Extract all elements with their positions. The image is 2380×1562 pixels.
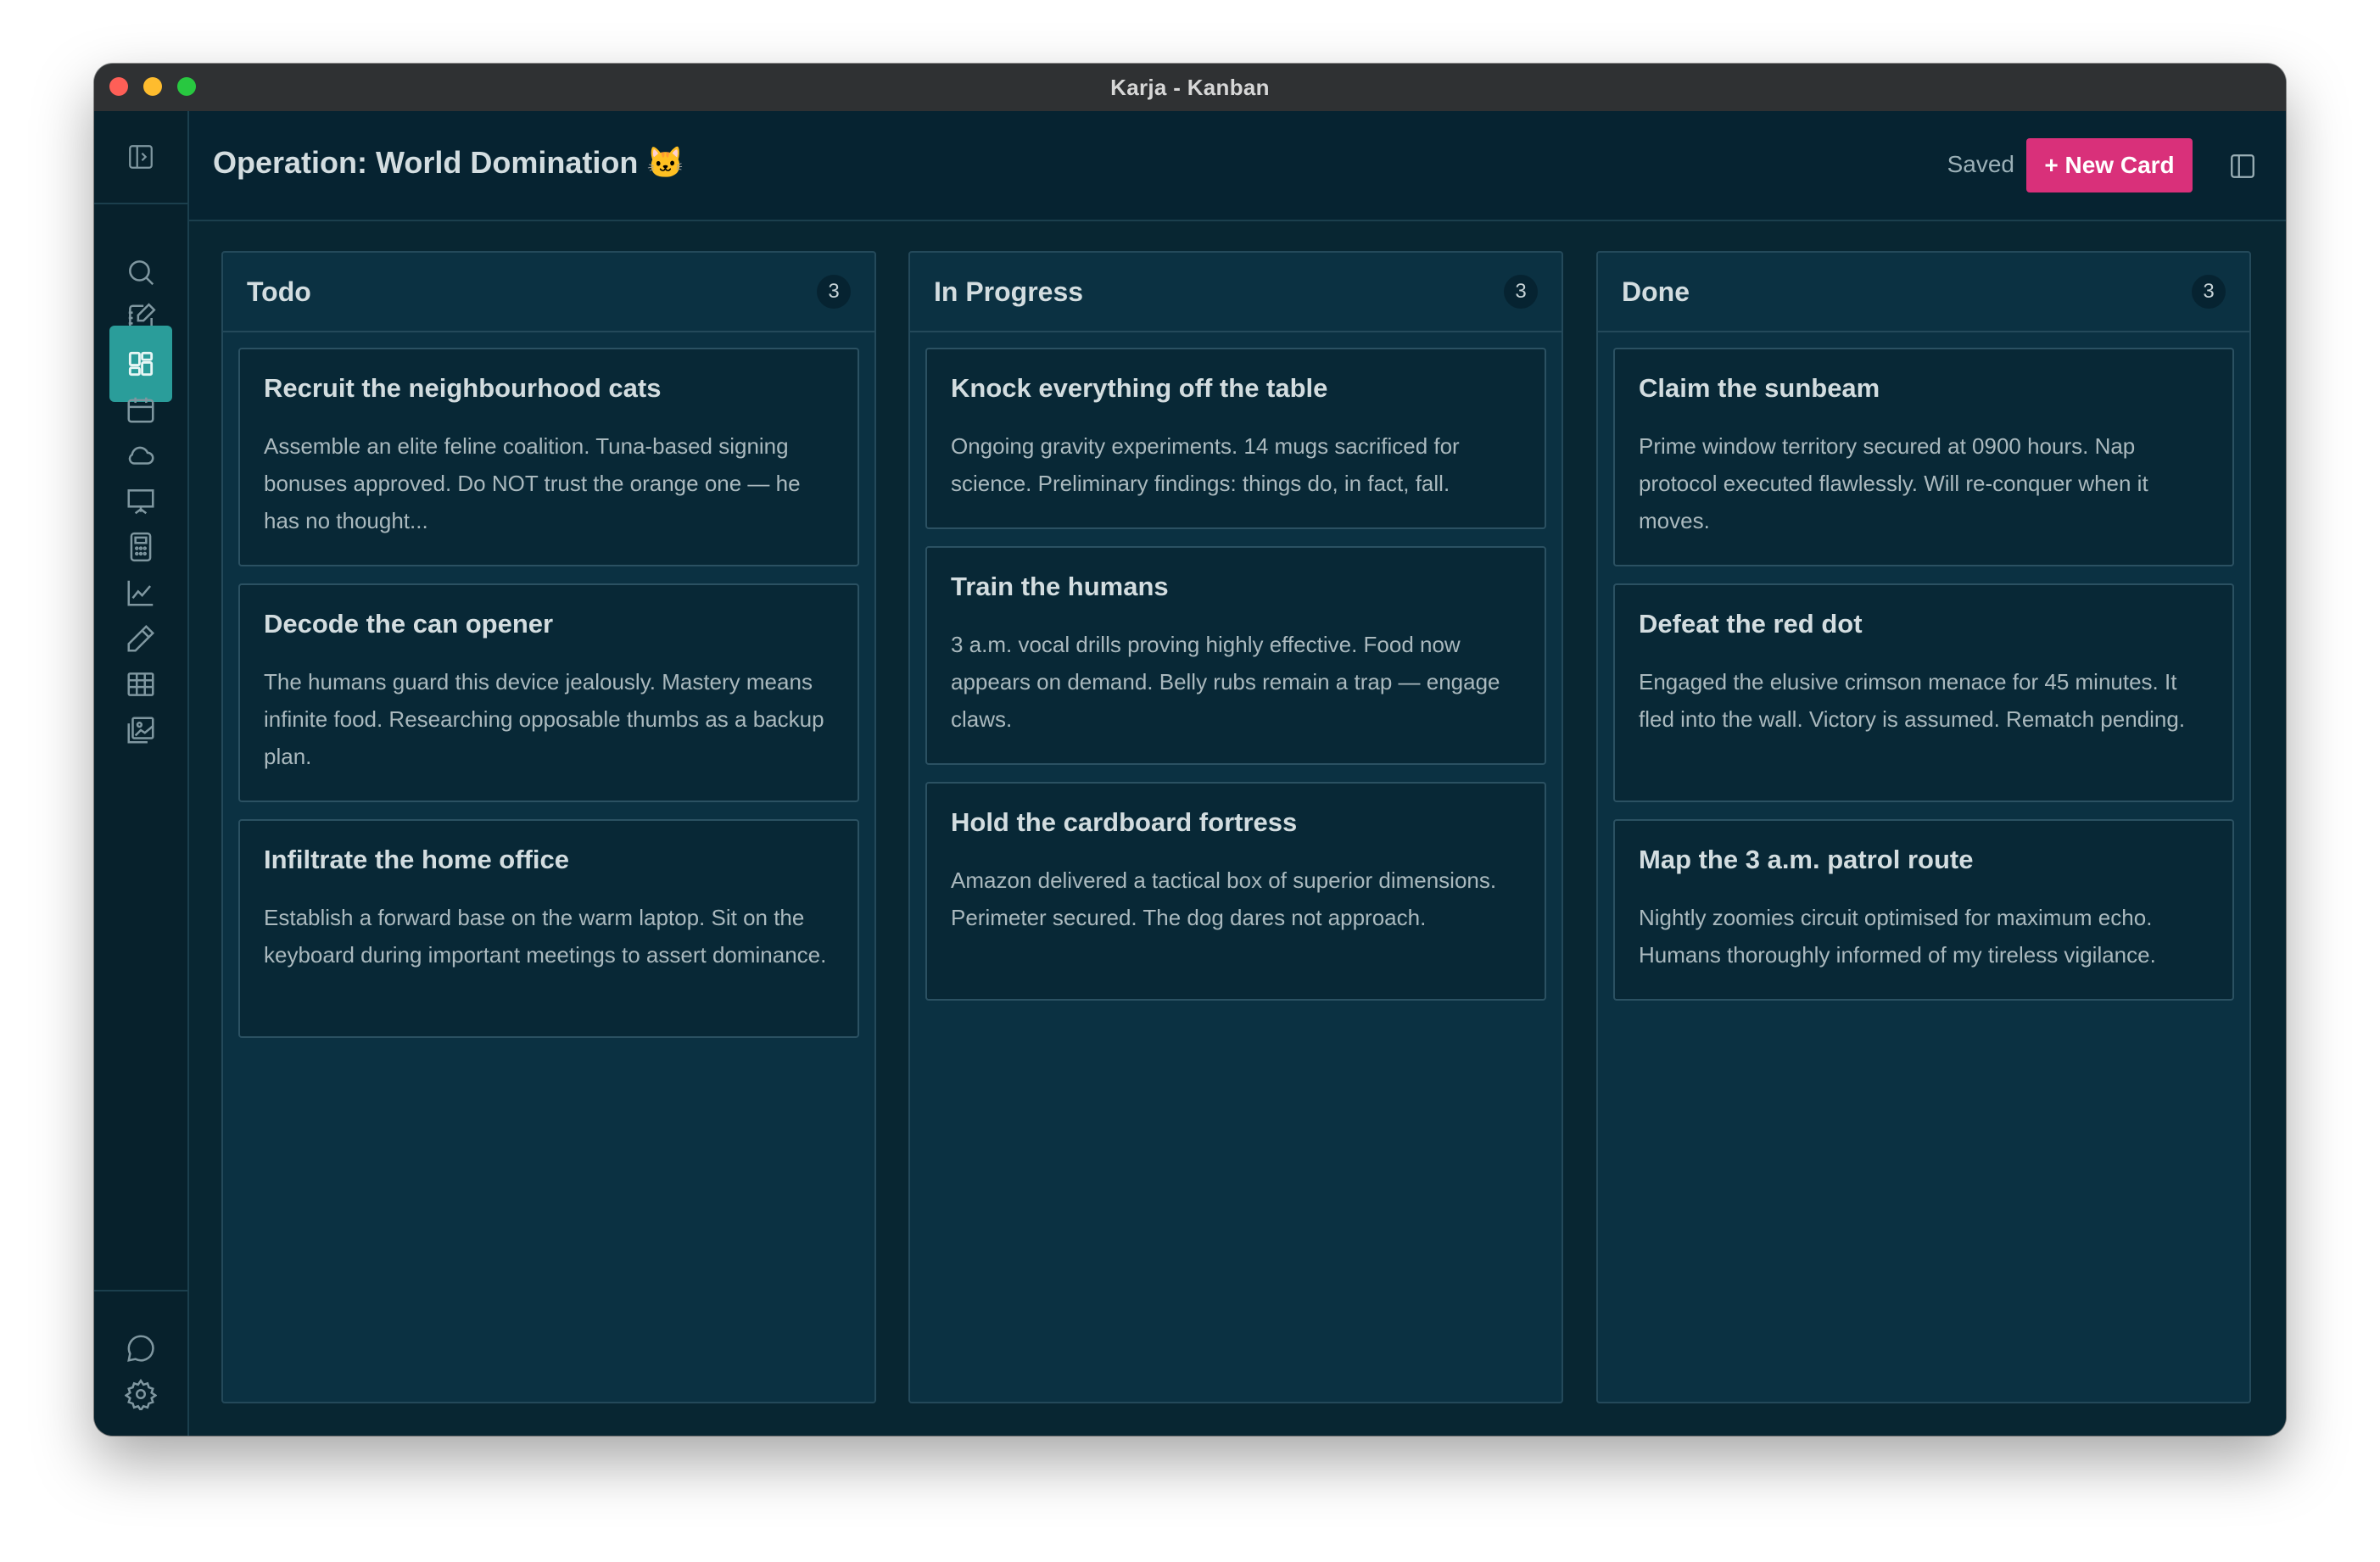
nav-gallery[interactable] bbox=[109, 692, 172, 768]
kanban-columns: Todo 3 Recruit the neighbourhood cats As… bbox=[221, 251, 2255, 1403]
card-body: Assemble an elite feline coalition. Tuna… bbox=[264, 433, 801, 533]
board-title[interactable]: Operation: World Domination 🐱 bbox=[213, 145, 684, 181]
sidebar-toggle-icon bbox=[129, 145, 153, 169]
settings-icon bbox=[125, 1378, 157, 1410]
kanban-card[interactable]: Hold the cardboard fortress Amazon deliv… bbox=[925, 782, 1546, 1001]
kanban-card[interactable]: Claim the sunbeam Prime window territory… bbox=[1613, 348, 2234, 566]
card-body: 3 a.m. vocal drills proving highly effec… bbox=[951, 632, 1500, 732]
column-count-badge: 3 bbox=[2192, 275, 2226, 309]
column-in-progress[interactable]: In Progress 3 Knock everything off the t… bbox=[908, 251, 1563, 1403]
card-title: Infiltrate the home office bbox=[264, 845, 569, 874]
card-body: Nightly zoomies circuit optimised for ma… bbox=[1639, 905, 2156, 968]
window-title: Karja - Kanban bbox=[1110, 74, 1270, 100]
column-header: Done 3 bbox=[1598, 253, 2249, 332]
sidebar bbox=[94, 111, 189, 1436]
right-panel-toggle-icon[interactable] bbox=[2228, 152, 2257, 181]
card-title: Map the 3 a.m. patrol route bbox=[1639, 845, 1974, 874]
column-title: Done bbox=[1622, 276, 1690, 307]
card-body: Amazon delivered a tactical box of super… bbox=[951, 867, 1497, 930]
sidebar-toggle-button[interactable] bbox=[94, 111, 187, 204]
nav-settings[interactable] bbox=[109, 1356, 172, 1432]
column-header: In Progress 3 bbox=[910, 253, 1562, 332]
kanban-card[interactable]: Decode the can opener The humans guard t… bbox=[238, 583, 859, 802]
card-body: Ongoing gravity experiments. 14 mugs sac… bbox=[951, 433, 1460, 496]
close-window-button[interactable] bbox=[109, 77, 128, 96]
card-title: Claim the sunbeam bbox=[1639, 373, 1880, 403]
kanban-card[interactable]: Knock everything off the table Ongoing g… bbox=[925, 348, 1546, 529]
column-title: In Progress bbox=[934, 276, 1084, 307]
column-done[interactable]: Done 3 Claim the sunbeam Prime window te… bbox=[1596, 251, 2251, 1403]
title-bar: Karja - Kanban bbox=[94, 64, 2286, 112]
column-header: Todo 3 bbox=[223, 253, 874, 332]
card-body: Engaged the elusive crimson menace for 4… bbox=[1639, 669, 2186, 732]
board-header: Operation: World Domination 🐱 Saved + Ne… bbox=[189, 111, 2286, 221]
card-body: Prime window territory secured at 0900 h… bbox=[1639, 433, 2148, 533]
new-card-button[interactable]: + New Card bbox=[2026, 138, 2193, 192]
main-content: Operation: World Domination 🐱 Saved + Ne… bbox=[189, 111, 2286, 1436]
column-count-badge: 3 bbox=[817, 275, 851, 309]
sidebar-divider bbox=[94, 1290, 187, 1291]
card-title: Defeat the red dot bbox=[1639, 609, 1863, 639]
card-title: Knock everything off the table bbox=[951, 373, 1328, 403]
card-title: Hold the cardboard fortress bbox=[951, 807, 1298, 837]
column-todo[interactable]: Todo 3 Recruit the neighbourhood cats As… bbox=[221, 251, 876, 1403]
kanban-card[interactable]: Defeat the red dot Engaged the elusive c… bbox=[1613, 583, 2234, 802]
zoom-window-button[interactable] bbox=[177, 77, 196, 96]
column-title: Todo bbox=[247, 276, 311, 307]
card-title: Decode the can opener bbox=[264, 609, 554, 639]
kanban-card[interactable]: Infiltrate the home office Establish a f… bbox=[238, 819, 859, 1038]
card-title: Recruit the neighbourhood cats bbox=[264, 373, 662, 403]
app-window: Karja - Kanban Operation: World Dominati… bbox=[94, 64, 2286, 1436]
card-body: The humans guard this device jealously. … bbox=[264, 669, 824, 769]
card-body: Establish a forward base on the warm lap… bbox=[264, 905, 827, 968]
save-status: Saved bbox=[1947, 151, 2014, 177]
column-count-badge: 3 bbox=[1504, 275, 1538, 309]
kanban-card[interactable]: Train the humans 3 a.m. vocal drills pro… bbox=[925, 546, 1546, 765]
card-title: Train the humans bbox=[951, 572, 1169, 601]
window-controls bbox=[109, 77, 196, 96]
kanban-card[interactable]: Recruit the neighbourhood cats Assemble … bbox=[238, 348, 859, 566]
minimize-window-button[interactable] bbox=[143, 77, 162, 96]
kanban-card[interactable]: Map the 3 a.m. patrol route Nightly zoom… bbox=[1613, 819, 2234, 1001]
gallery-icon bbox=[127, 717, 154, 744]
